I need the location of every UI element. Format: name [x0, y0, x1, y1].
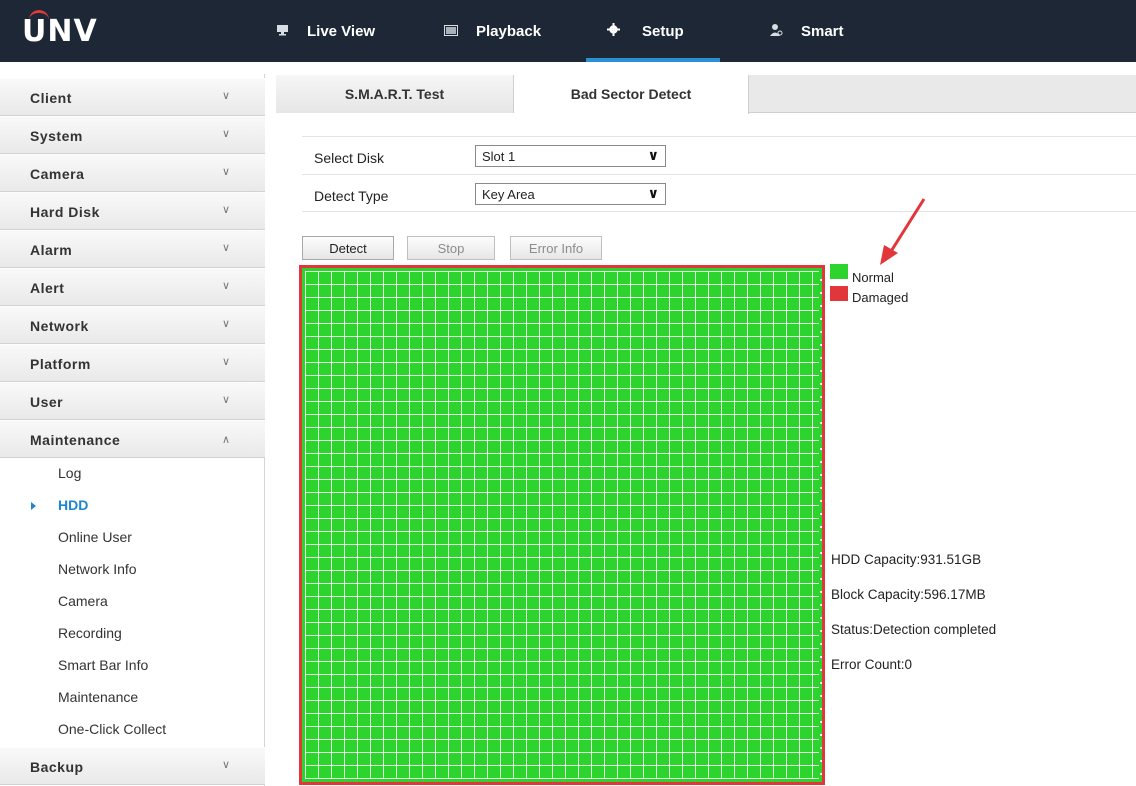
legend-normal-swatch: [830, 264, 848, 279]
sector-grid: [299, 265, 825, 785]
detect-type-value: Key Area: [482, 187, 535, 202]
error-info-button[interactable]: Error Info: [510, 236, 602, 260]
nav-label: Smart: [801, 22, 844, 40]
menu-label: Client: [30, 90, 72, 106]
sidebar: Client ∨ System ∨ Camera ∨ Hard Disk ∨ Alarm…: [0, 74, 265, 786]
submenu-log[interactable]: Log: [58, 465, 81, 481]
submenu-one-click-collect[interactable]: One-Click Collect: [58, 721, 166, 737]
chevron-down-icon: ∨: [222, 394, 231, 406]
top-bar: UNV Live View Playback Setup Smart: [0, 0, 1136, 62]
submenu-maintenance[interactable]: Maintenance: [58, 689, 138, 705]
nav-label: Live View: [307, 22, 376, 40]
menu-label: Network: [30, 318, 89, 334]
menu-label: Hard Disk: [30, 204, 100, 220]
menu-alert[interactable]: Alert ∨: [0, 268, 265, 306]
active-tab-indicator: [586, 58, 720, 62]
detect-type-dropdown[interactable]: Key Area ∨: [475, 183, 666, 205]
menu-label: Camera: [30, 166, 85, 182]
submenu-hdd[interactable]: HDD: [58, 497, 88, 513]
detect-button[interactable]: Detect: [302, 236, 394, 260]
chevron-down-icon: ∨: [222, 128, 231, 140]
select-disk-label: Select Disk: [314, 150, 385, 166]
hdd-capacity: HDD Capacity:931.51GB: [831, 552, 982, 567]
menu-backup[interactable]: Backup ∨: [0, 747, 265, 785]
chevron-down-icon: ∨: [222, 166, 231, 178]
brand-logo: UNV: [22, 10, 98, 49]
chevron-down-icon: ∨: [647, 185, 659, 201]
submenu-recording[interactable]: Recording: [58, 625, 122, 641]
sector-blocks: [305, 271, 819, 779]
select-disk-value: Slot 1: [482, 149, 516, 164]
monitor-icon: [276, 23, 289, 40]
legend-normal-label: Normal: [852, 270, 894, 285]
film-icon: [444, 23, 458, 40]
menu-label: Maintenance: [30, 432, 121, 448]
submenu-camera[interactable]: Camera: [58, 593, 108, 609]
legend-damaged-label: Damaged: [852, 290, 909, 305]
tab-bad-sector-detect[interactable]: Bad Sector Detect: [514, 75, 749, 114]
menu-system[interactable]: System ∨: [0, 116, 265, 154]
menu-network[interactable]: Network ∨: [0, 306, 265, 344]
nav-live-view[interactable]: Live View: [276, 0, 375, 62]
nav-playback[interactable]: Playback: [444, 0, 541, 62]
gear-icon: [607, 22, 620, 40]
form-row-select-disk: Select Disk Slot 1 ∨: [302, 137, 1136, 175]
chevron-down-icon: ∨: [222, 318, 231, 330]
menu-camera[interactable]: Camera ∨: [0, 154, 265, 192]
chevron-down-icon: ∨: [222, 90, 231, 102]
chevron-down-icon: ∨: [222, 242, 231, 254]
tab-smart-test[interactable]: S.M.A.R.T. Test: [276, 75, 514, 113]
detect-type-label: Detect Type: [314, 188, 389, 204]
submenu-online-user[interactable]: Online User: [58, 529, 132, 545]
menu-platform[interactable]: Platform ∨: [0, 344, 265, 382]
nav-setup[interactable]: Setup: [607, 0, 684, 62]
submenu-network-info[interactable]: Network Info: [58, 561, 137, 577]
menu-label: Alarm: [30, 242, 73, 258]
legend-damaged-swatch: [830, 286, 848, 301]
select-disk-dropdown[interactable]: Slot 1 ∨: [475, 145, 666, 167]
chevron-up-icon: ∧: [222, 434, 231, 446]
menu-label: Alert: [30, 280, 65, 296]
stop-button[interactable]: Stop: [407, 236, 495, 260]
menu-user[interactable]: User ∨: [0, 382, 265, 420]
active-item-arrow-icon: [31, 502, 36, 510]
chevron-down-icon: ∨: [222, 204, 231, 216]
nav-label: Setup: [642, 22, 684, 40]
annotation-arrow-icon: [880, 198, 926, 265]
nav-label: Playback: [476, 22, 542, 40]
chevron-down-icon: ∨: [222, 280, 231, 292]
tab-bar: S.M.A.R.T. Test Bad Sector Detect: [276, 75, 1136, 114]
detect-form: Select Disk Slot 1 ∨ Detect Type Key Are…: [302, 136, 1136, 212]
menu-label: User: [30, 394, 64, 410]
menu-alarm[interactable]: Alarm ∨: [0, 230, 265, 268]
chevron-down-icon: ∨: [222, 759, 231, 771]
detection-status: Status:Detection completed: [831, 622, 997, 637]
user-icon: [770, 23, 783, 40]
chevron-down-icon: ∨: [222, 356, 231, 368]
block-capacity: Block Capacity:596.17MB: [831, 587, 986, 602]
error-count: Error Count:0: [831, 657, 913, 672]
chevron-down-icon: ∨: [647, 147, 659, 163]
submenu-smart-bar-info[interactable]: Smart Bar Info: [58, 657, 148, 673]
menu-hard-disk[interactable]: Hard Disk ∨: [0, 192, 265, 230]
menu-maintenance[interactable]: Maintenance ∧: [0, 420, 265, 458]
menu-label: Platform: [30, 356, 91, 372]
menu-client[interactable]: Client ∨: [0, 78, 265, 116]
menu-label: Backup: [30, 759, 84, 775]
form-row-detect-type: Detect Type Key Area ∨: [302, 175, 1136, 213]
nav-smart[interactable]: Smart: [770, 0, 844, 62]
menu-label: System: [30, 128, 83, 144]
